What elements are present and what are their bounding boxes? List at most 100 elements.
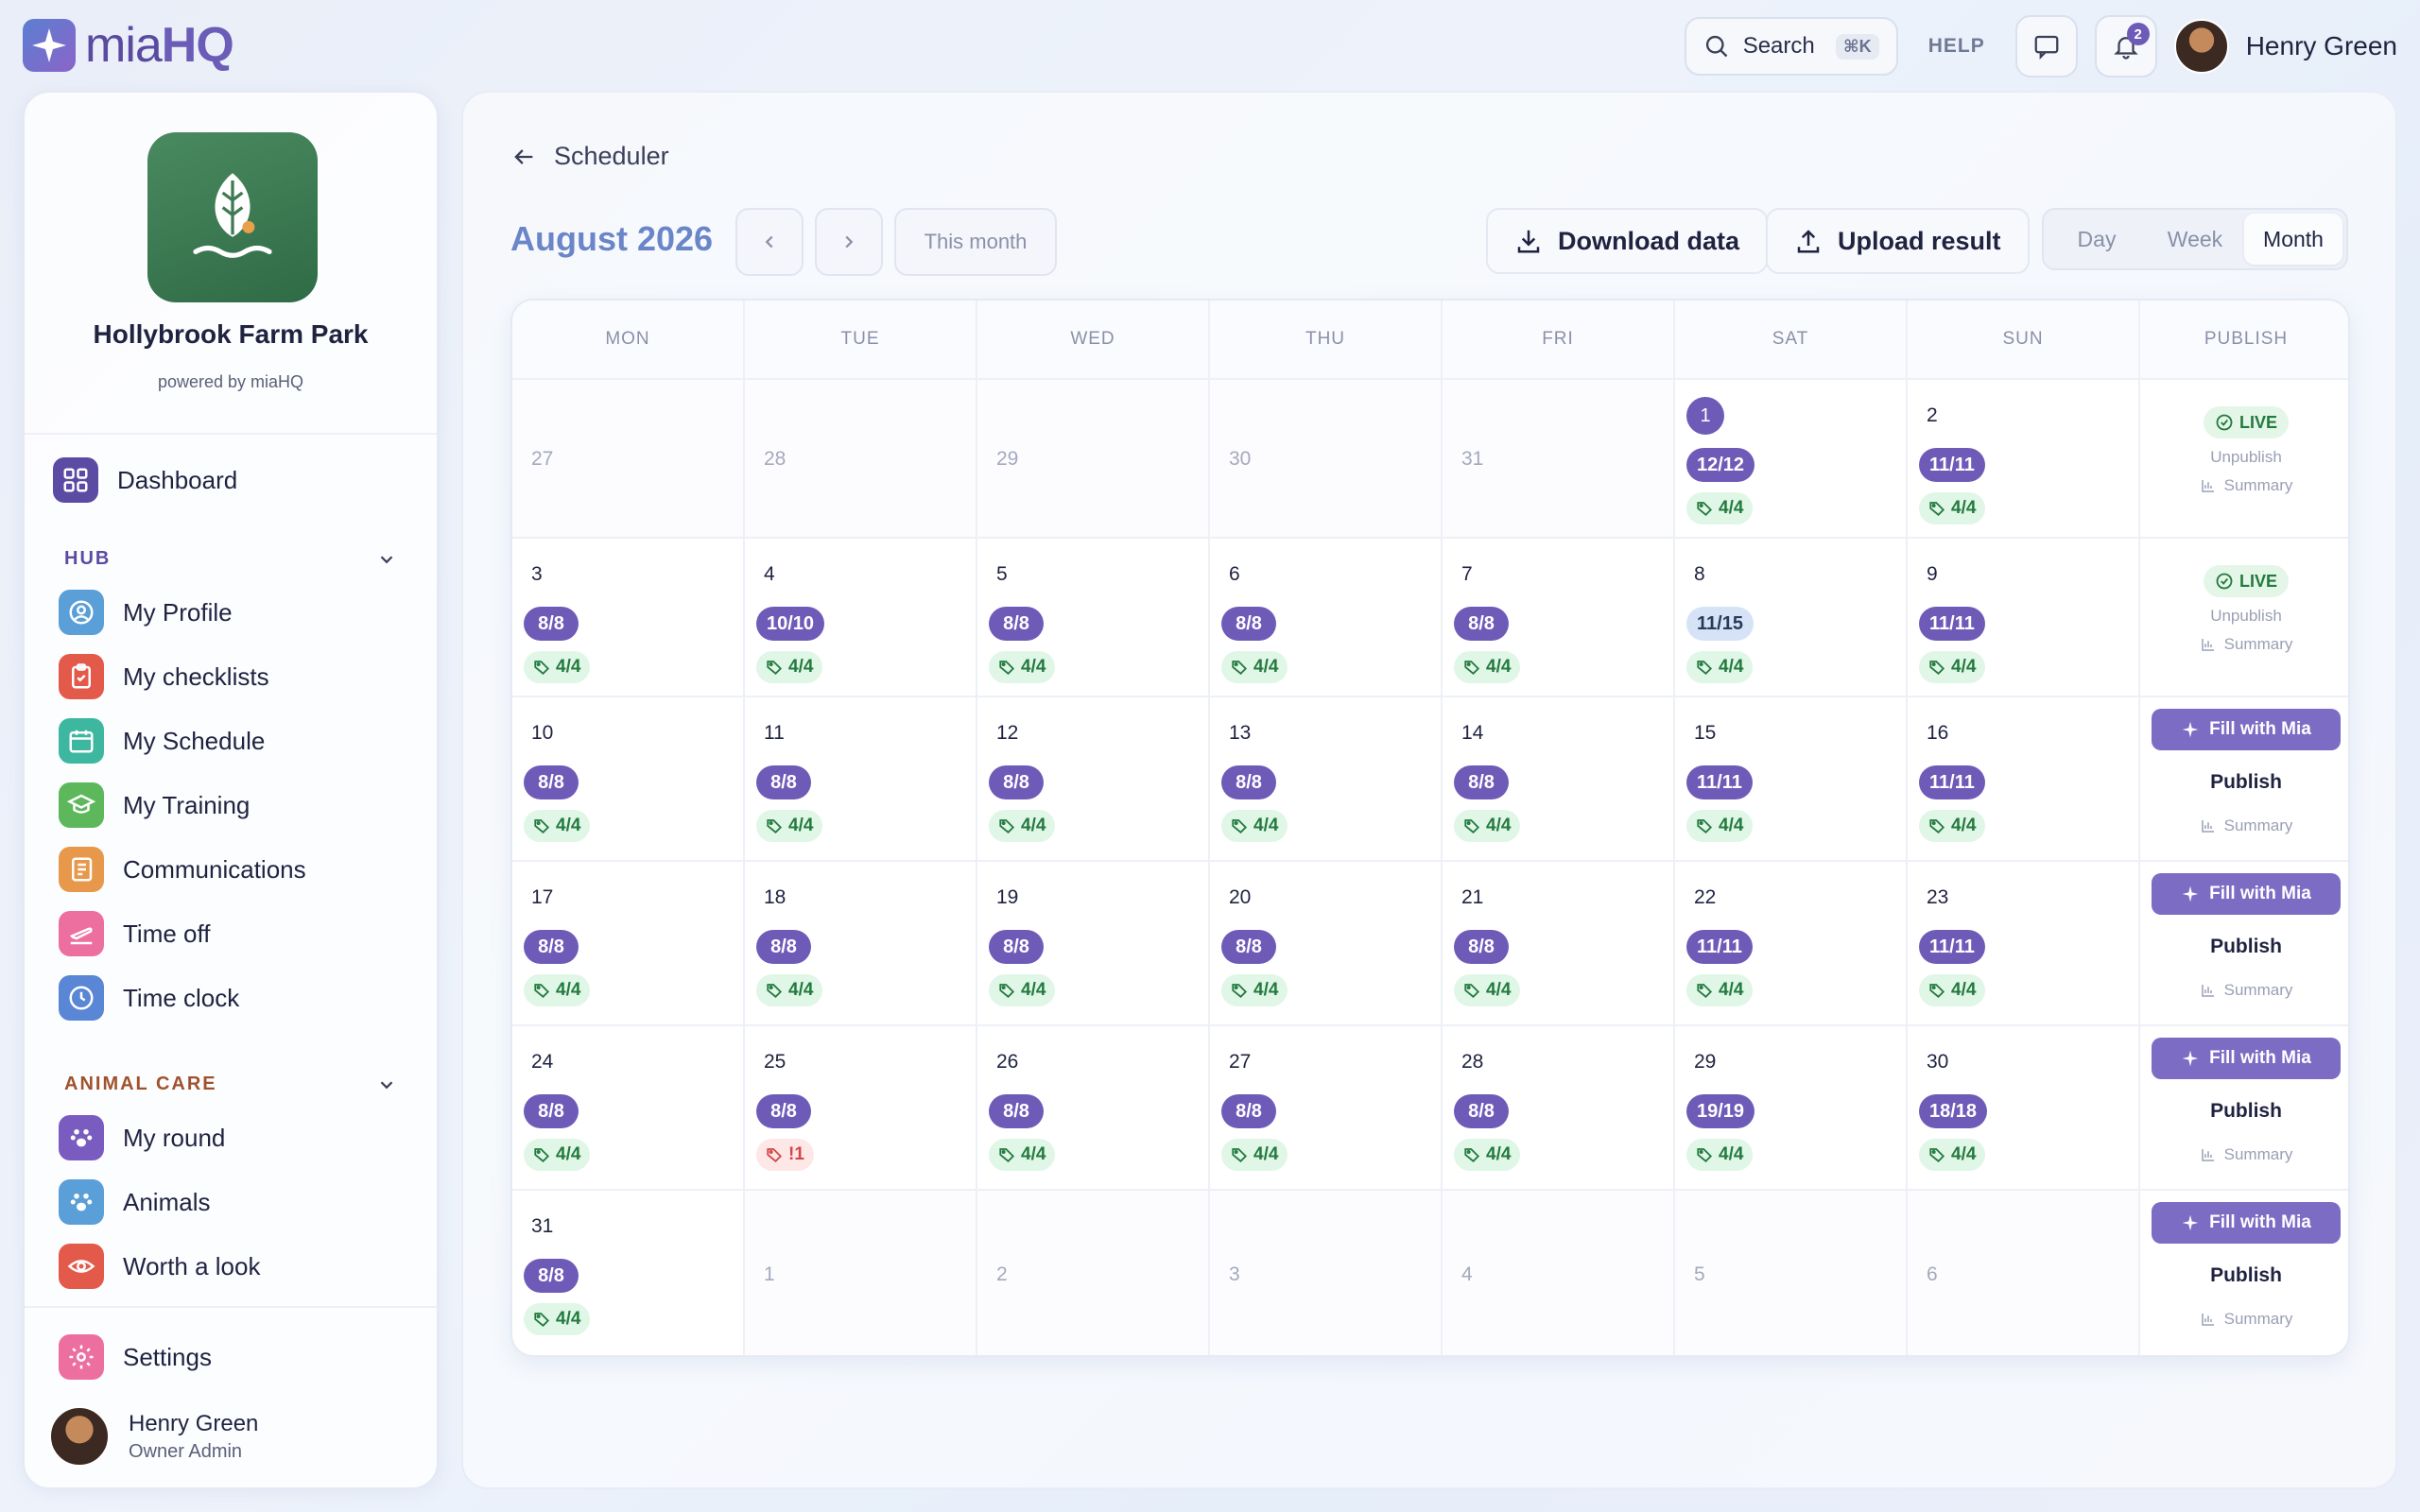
day-cell[interactable]: 31: [1443, 380, 1675, 539]
staffing-badge[interactable]: 8/8: [989, 607, 1044, 641]
task-tag-badge[interactable]: 4/4: [989, 810, 1056, 842]
day-cell[interactable]: 25 8/8 !1: [745, 1026, 977, 1191]
fill-with-mia-button[interactable]: Fill with Mia: [2152, 1202, 2341, 1244]
task-tag-badge[interactable]: 4/4: [524, 651, 591, 683]
task-tag-badge[interactable]: 4/4: [1221, 651, 1288, 683]
day-cell[interactable]: 15 11/11 4/4: [1675, 697, 1908, 862]
hub-section-header[interactable]: HUB: [64, 548, 397, 570]
task-tag-badge[interactable]: 4/4: [1686, 492, 1754, 524]
staffing-badge[interactable]: 8/8: [989, 930, 1044, 964]
task-tag-badge[interactable]: 4/4: [524, 1303, 591, 1335]
task-tag-badge[interactable]: 4/4: [1919, 810, 1986, 842]
staffing-badge[interactable]: 8/8: [1221, 930, 1276, 964]
staffing-badge[interactable]: 8/8: [1221, 765, 1276, 799]
fill-with-mia-button[interactable]: Fill with Mia: [2152, 1038, 2341, 1079]
task-tag-badge[interactable]: 4/4: [756, 651, 823, 683]
publish-button[interactable]: Publish: [2210, 771, 2282, 794]
day-cell[interactable]: 22 11/11 4/4: [1675, 862, 1908, 1026]
nav-my-schedule[interactable]: My Schedule: [59, 718, 265, 764]
unpublish-link[interactable]: Unpublish: [2210, 607, 2282, 626]
summary-link[interactable]: Summary: [2200, 816, 2292, 835]
view-day-tab[interactable]: Day: [2048, 214, 2146, 265]
animal-care-section-header[interactable]: ANIMAL CARE: [64, 1074, 397, 1095]
day-cell[interactable]: 19 8/8 4/4: [977, 862, 1210, 1026]
day-cell[interactable]: 21 8/8 4/4: [1443, 862, 1675, 1026]
view-month-tab[interactable]: Month: [2244, 214, 2342, 265]
staffing-badge[interactable]: 8/8: [989, 765, 1044, 799]
next-month-button[interactable]: [815, 208, 883, 276]
sidebar-profile[interactable]: Henry Green Owner Admin: [49, 1406, 258, 1467]
view-week-tab[interactable]: Week: [2146, 214, 2244, 265]
staffing-badge[interactable]: 8/8: [1221, 607, 1276, 641]
day-cell[interactable]: 16 11/11 4/4: [1908, 697, 2140, 862]
staffing-badge[interactable]: 8/8: [524, 1094, 579, 1128]
messages-button[interactable]: [2014, 15, 2078, 77]
fill-with-mia-button[interactable]: Fill with Mia: [2152, 709, 2341, 750]
nav-dashboard[interactable]: Dashboard: [53, 457, 237, 503]
this-month-button[interactable]: This month: [894, 208, 1057, 276]
task-tag-badge[interactable]: 4/4: [524, 810, 591, 842]
task-tag-badge[interactable]: 4/4: [524, 1139, 591, 1171]
nav-worth-a-look[interactable]: Worth a look: [59, 1244, 260, 1289]
publish-button[interactable]: Publish: [2210, 1264, 2282, 1287]
day-cell[interactable]: 3: [1210, 1191, 1443, 1355]
staffing-badge[interactable]: 11/11: [1919, 607, 1985, 641]
summary-link[interactable]: Summary: [2200, 981, 2292, 1000]
day-cell[interactable]: 4: [1443, 1191, 1675, 1355]
task-tag-badge[interactable]: 4/4: [1454, 651, 1521, 683]
brand-logo[interactable]: miaHQ: [23, 17, 234, 74]
unpublish-link[interactable]: Unpublish: [2210, 448, 2282, 467]
day-cell[interactable]: 6: [1908, 1191, 2140, 1355]
nav-my-profile[interactable]: My Profile: [59, 590, 233, 635]
help-link[interactable]: HELP: [1915, 35, 1998, 58]
day-cell[interactable]: 8 11/15 4/4: [1675, 539, 1908, 697]
day-cell[interactable]: 30 18/18 4/4: [1908, 1026, 2140, 1191]
nav-my-round[interactable]: My round: [59, 1115, 225, 1160]
summary-link[interactable]: Summary: [2200, 1310, 2292, 1329]
task-tag-badge[interactable]: 4/4: [756, 974, 823, 1006]
staffing-badge[interactable]: 18/18: [1919, 1094, 1988, 1128]
nav-time-off[interactable]: Time off: [59, 911, 210, 956]
task-tag-badge[interactable]: 4/4: [1221, 810, 1288, 842]
day-cell[interactable]: 24 8/8 4/4: [512, 1026, 745, 1191]
summary-link[interactable]: Summary: [2200, 1145, 2292, 1164]
staffing-badge[interactable]: 10/10: [756, 607, 825, 641]
prev-month-button[interactable]: [735, 208, 804, 276]
day-cell[interactable]: 2: [977, 1191, 1210, 1355]
task-tag-badge[interactable]: 4/4: [1221, 1139, 1288, 1171]
day-cell[interactable]: 18 8/8 4/4: [745, 862, 977, 1026]
day-cell[interactable]: 31 8/8 4/4: [512, 1191, 745, 1355]
staffing-badge[interactable]: 11/11: [1686, 930, 1753, 964]
task-tag-badge[interactable]: 4/4: [1919, 1139, 1986, 1171]
day-cell[interactable]: 27 8/8 4/4: [1210, 1026, 1443, 1191]
staffing-badge[interactable]: 8/8: [1221, 1094, 1276, 1128]
nav-communications[interactable]: Communications: [59, 847, 306, 892]
task-tag-badge[interactable]: 4/4: [1686, 651, 1754, 683]
day-cell[interactable]: 29 19/19 4/4: [1675, 1026, 1908, 1191]
staffing-badge[interactable]: 8/8: [756, 1094, 811, 1128]
staffing-badge[interactable]: 8/8: [756, 930, 811, 964]
staffing-badge[interactable]: 11/11: [1919, 765, 1985, 799]
task-tag-badge[interactable]: 4/4: [1686, 1139, 1754, 1171]
staffing-badge[interactable]: 8/8: [524, 765, 579, 799]
fill-with-mia-button[interactable]: Fill with Mia: [2152, 873, 2341, 915]
nav-settings[interactable]: Settings: [59, 1334, 212, 1380]
day-cell[interactable]: 3 8/8 4/4: [512, 539, 745, 697]
task-tag-badge[interactable]: 4/4: [1919, 492, 1986, 524]
task-tag-badge[interactable]: 4/4: [756, 810, 823, 842]
day-cell[interactable]: 5: [1675, 1191, 1908, 1355]
day-cell[interactable]: 28 8/8 4/4: [1443, 1026, 1675, 1191]
notifications-button[interactable]: 2: [2094, 15, 2157, 77]
day-cell[interactable]: 26 8/8 4/4: [977, 1026, 1210, 1191]
staffing-badge[interactable]: 8/8: [1454, 765, 1509, 799]
day-cell[interactable]: 20 8/8 4/4: [1210, 862, 1443, 1026]
staffing-badge[interactable]: 19/19: [1686, 1094, 1755, 1128]
task-tag-badge[interactable]: 4/4: [1686, 810, 1754, 842]
task-tag-badge[interactable]: 4/4: [1221, 974, 1288, 1006]
day-cell[interactable]: 11 8/8 4/4: [745, 697, 977, 862]
task-tag-badge[interactable]: 4/4: [1454, 1139, 1521, 1171]
staffing-badge[interactable]: 11/11: [1686, 765, 1753, 799]
publish-button[interactable]: Publish: [2210, 1100, 2282, 1123]
day-cell[interactable]: 1 12/12 4/4: [1675, 380, 1908, 539]
search-button[interactable]: Search ⌘K: [1684, 17, 1898, 76]
